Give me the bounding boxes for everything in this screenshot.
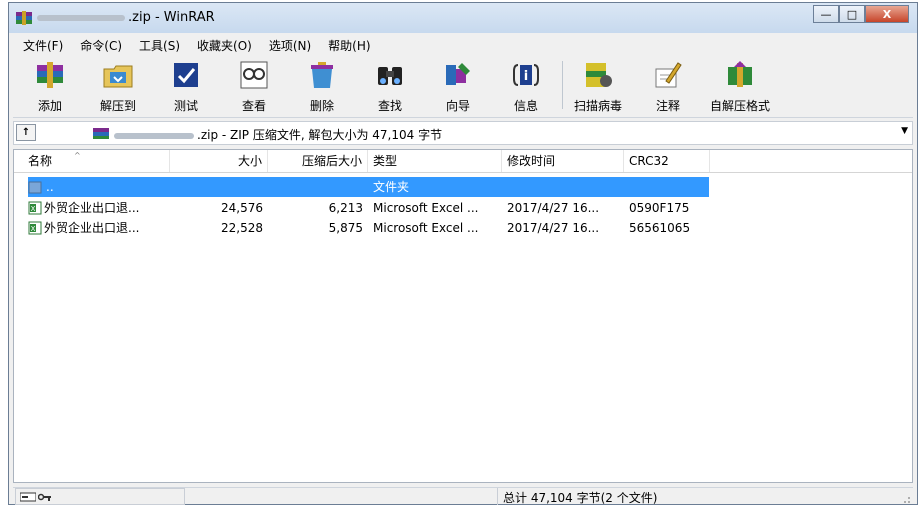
extract-to-button[interactable]: 解压到 — [85, 55, 151, 117]
file-packed-size: 5,875 — [328, 221, 363, 235]
svg-text:X: X — [31, 205, 36, 213]
file-crc32: 56561065 — [629, 221, 691, 235]
column-modified[interactable]: 修改时间 — [502, 150, 624, 172]
info-icon: i — [513, 64, 539, 86]
virus-scan-button[interactable]: 扫描病毒 — [565, 55, 631, 117]
maximize-button[interactable]: □ — [839, 5, 865, 23]
table-row[interactable]: X 外贸企业出口退... 24,576 6,213 Microsoft Exce… — [14, 198, 912, 218]
redacted-filename — [114, 132, 194, 139]
folder-icon — [28, 181, 42, 194]
resize-grip-icon[interactable] — [901, 494, 911, 504]
file-size: 22,528 — [221, 221, 263, 235]
folder-extract-icon — [103, 65, 133, 88]
file-packed-size: 6,213 — [328, 201, 363, 215]
drive-icon — [20, 492, 36, 502]
status-divider — [497, 488, 498, 505]
column-name[interactable]: 名称 ^ — [14, 150, 170, 172]
virus-scan-icon — [586, 63, 612, 87]
view-button[interactable]: 查看 — [221, 55, 287, 117]
menu-bar: 文件(F) 命令(C) 工具(S) 收藏夹(O) 选项(N) 帮助(H) — [9, 35, 917, 55]
file-type: 文件夹 — [373, 180, 410, 194]
menu-file[interactable]: 文件(F) — [15, 35, 72, 55]
status-bar: 总计 47,104 字节(2 个文件) — [13, 487, 913, 506]
close-button[interactable]: X — [865, 5, 909, 23]
column-type[interactable]: 类型 — [368, 150, 502, 172]
comment-button[interactable]: 注释 — [635, 55, 701, 117]
chevron-down-icon[interactable]: ▼ — [901, 126, 908, 136]
glasses-view-icon — [240, 61, 268, 89]
delete-icon — [311, 62, 333, 88]
selection-highlight — [28, 177, 709, 197]
comment-pen-icon — [655, 62, 682, 88]
winrar-window: .zip - WinRAR — □ X 文件(F) 命令(C) 工具(S) 收藏… — [8, 2, 918, 505]
title-bar[interactable]: .zip - WinRAR — □ X — [9, 3, 917, 33]
archive-icon — [93, 128, 109, 139]
find-button[interactable]: 查找 — [357, 55, 423, 117]
file-name: 外贸企业出口退... — [44, 221, 140, 235]
column-size[interactable]: 大小 — [170, 150, 268, 172]
status-summary: 总计 47,104 字节(2 个文件) — [503, 491, 658, 505]
svg-text:i: i — [524, 69, 528, 84]
file-type: Microsoft Excel ... — [373, 221, 479, 235]
menu-favorites[interactable]: 收藏夹(O) — [189, 35, 261, 55]
sfx-archive-icon — [728, 61, 752, 87]
key-icon — [38, 493, 51, 501]
toolbar: 添加 解压到 测试 查看 删除 查找 向导 i 信息 扫描病毒 注释 自解压格式 — [13, 55, 913, 118]
column-crc32[interactable]: CRC32 — [624, 150, 710, 172]
info-button[interactable]: i 信息 — [493, 55, 559, 117]
excel-file-icon: X — [28, 221, 42, 235]
svg-text:X: X — [31, 225, 36, 233]
minimize-button[interactable]: — — [813, 5, 839, 23]
file-modified: 2017/4/27 16... — [507, 221, 600, 235]
window-controls: — □ X — [813, 5, 909, 23]
file-list: 名称 ^ 大小 压缩后大小 类型 修改时间 CRC32 .. 文件夹 X 外贸企业… — [13, 149, 913, 483]
test-button[interactable]: 测试 — [153, 55, 219, 117]
file-type: Microsoft Excel ... — [373, 201, 479, 215]
redacted-filename — [37, 14, 125, 21]
winrar-app-icon — [16, 11, 32, 25]
add-button[interactable]: 添加 — [17, 55, 83, 117]
sort-up-icon: ^ — [74, 151, 81, 160]
toolbar-separator — [562, 61, 563, 109]
binoculars-icon — [378, 67, 402, 85]
menu-tools[interactable]: 工具(S) — [131, 35, 189, 55]
menu-help[interactable]: 帮助(H) — [320, 35, 379, 55]
window-title: .zip - WinRAR — [37, 10, 215, 25]
delete-button[interactable]: 删除 — [289, 55, 355, 117]
file-size: 24,576 — [221, 201, 263, 215]
books-archive-icon — [37, 62, 63, 88]
wizard-icon — [446, 63, 470, 85]
file-crc32: 0590F175 — [629, 201, 690, 215]
table-row[interactable]: .. 文件夹 — [14, 177, 912, 197]
wizard-button[interactable]: 向导 — [425, 55, 491, 117]
test-archive-icon — [174, 63, 198, 87]
menu-commands[interactable]: 命令(C) — [72, 35, 131, 55]
address-bar[interactable]: ↑ .zip - ZIP 压缩文件, 解包大小为 47,104 字节 ▼ — [13, 121, 913, 145]
table-row[interactable]: X 外贸企业出口退... 22,528 5,875 Microsoft Exce… — [14, 218, 912, 238]
file-name: 外贸企业出口退... — [44, 201, 140, 215]
menu-options[interactable]: 选项(N) — [261, 35, 320, 55]
excel-file-icon: X — [28, 201, 42, 215]
status-left-panel — [15, 488, 185, 505]
file-modified: 2017/4/27 16... — [507, 201, 600, 215]
sfx-button[interactable]: 自解压格式 — [707, 55, 773, 117]
column-header-row: 名称 ^ 大小 压缩后大小 类型 修改时间 CRC32 — [14, 150, 912, 173]
file-name: .. — [46, 180, 54, 194]
archive-path: .zip - ZIP 压缩文件, 解包大小为 47,104 字节 — [114, 126, 442, 143]
up-one-level-button[interactable]: ↑ — [16, 124, 36, 141]
column-packed-size[interactable]: 压缩后大小 — [268, 150, 368, 172]
